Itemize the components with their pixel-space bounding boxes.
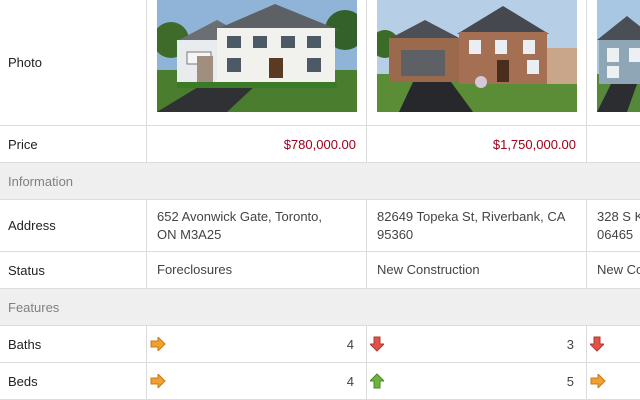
beds-value: 5 bbox=[566, 373, 574, 389]
baths-value: 3 bbox=[566, 336, 574, 352]
listing-2-price: $1,750,000.00 bbox=[367, 126, 587, 162]
house-photo[interactable] bbox=[377, 0, 577, 112]
section-title-features: Features bbox=[8, 299, 60, 315]
right-arrow-icon bbox=[150, 363, 166, 399]
status-row: Status Foreclosures New Construction New… bbox=[0, 252, 640, 289]
listing-3-photo-cell bbox=[587, 0, 640, 125]
listing-3-beds bbox=[587, 363, 640, 399]
beds-value: 4 bbox=[346, 373, 354, 389]
listing-1-status: Foreclosures bbox=[147, 252, 367, 288]
right-arrow-icon bbox=[150, 326, 166, 362]
address-line-1: 82649 Topeka St, Riverbank, CA bbox=[377, 209, 566, 224]
row-label-photo: Photo bbox=[0, 0, 147, 125]
listing-1-price: $780,000.00 bbox=[147, 126, 367, 162]
listing-3-price bbox=[587, 126, 640, 162]
address-line-2: ON M3A25 bbox=[157, 227, 222, 242]
listing-1-baths: 4 bbox=[147, 326, 367, 362]
address-row: Address 652 Avonwick Gate, Toronto, ON M… bbox=[0, 200, 640, 252]
listing-2-baths: 3 bbox=[367, 326, 587, 362]
listing-2-beds: 5 bbox=[367, 363, 587, 399]
listing-1-address: 652 Avonwick Gate, Toronto, ON M3A25 bbox=[147, 200, 367, 251]
listing-1-photo-cell bbox=[147, 0, 367, 125]
baths-value: 4 bbox=[346, 336, 354, 352]
row-label-beds: Beds bbox=[0, 363, 147, 399]
right-arrow-icon bbox=[590, 363, 606, 399]
price-row: Price $780,000.00 $1,750,000.00 bbox=[0, 126, 640, 163]
listing-2-photo-cell bbox=[367, 0, 587, 125]
row-label-price: Price bbox=[0, 126, 147, 162]
property-comparison-grid: Photo Price $780,000.00 $1,750,000.00 In… bbox=[0, 0, 640, 400]
listing-2-address: 82649 Topeka St, Riverbank, CA 95360 bbox=[367, 200, 587, 251]
address-line-1: 328 S K bbox=[597, 209, 640, 224]
row-label-status: Status bbox=[0, 252, 147, 288]
beds-row: Beds 4 5 bbox=[0, 363, 640, 400]
information-section: Information bbox=[0, 163, 640, 200]
down-arrow-icon bbox=[370, 326, 384, 362]
baths-row: Baths 4 3 bbox=[0, 326, 640, 363]
features-section: Features bbox=[0, 289, 640, 326]
address-line-1: 652 Avonwick Gate, Toronto, bbox=[157, 209, 323, 224]
photo-row: Photo bbox=[0, 0, 640, 126]
up-arrow-icon bbox=[370, 363, 384, 399]
listing-1-beds: 4 bbox=[147, 363, 367, 399]
house-photo[interactable] bbox=[597, 0, 640, 112]
row-label-address: Address bbox=[0, 200, 147, 251]
row-label-baths: Baths bbox=[0, 326, 147, 362]
down-arrow-icon bbox=[590, 326, 604, 362]
listing-2-status: New Construction bbox=[367, 252, 587, 288]
address-line-2: 95360 bbox=[377, 227, 414, 242]
section-title-information: Information bbox=[8, 173, 74, 189]
listing-3-address: 328 S K 06465 bbox=[587, 200, 640, 251]
listing-3-status: New Co bbox=[597, 262, 640, 277]
address-line-2: 06465 bbox=[597, 227, 634, 242]
listing-3-baths bbox=[587, 326, 640, 362]
house-photo[interactable] bbox=[157, 0, 357, 112]
